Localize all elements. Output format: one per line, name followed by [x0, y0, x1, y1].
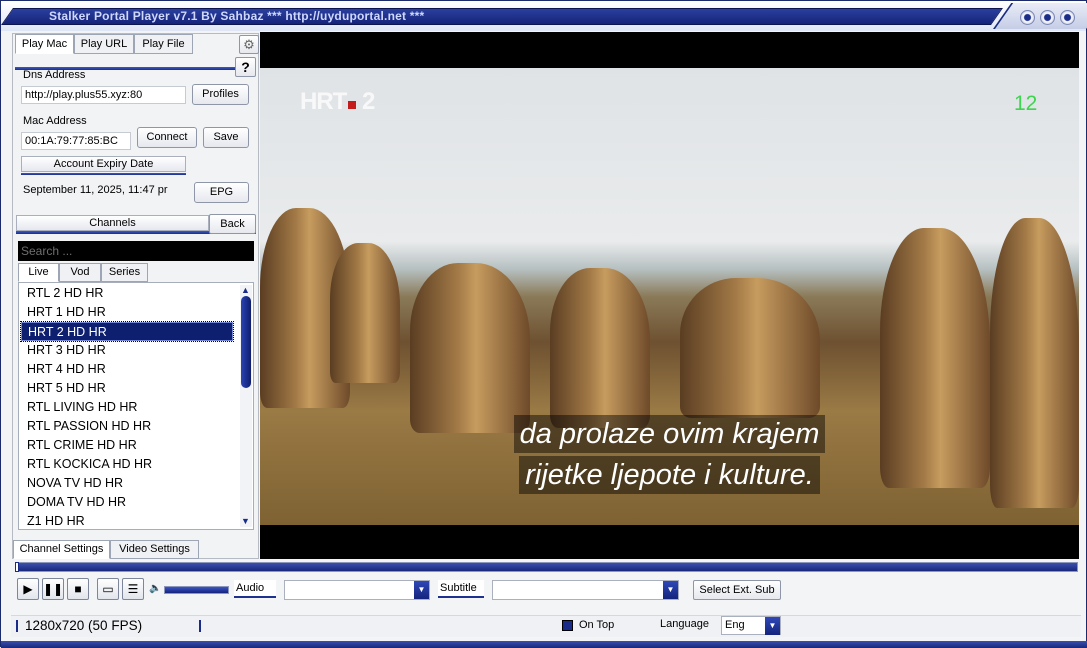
back-button[interactable]: Back	[209, 214, 256, 234]
search-input[interactable]: Search ...	[18, 241, 254, 261]
dns-input[interactable]: http://play.plus55.xyz:80	[21, 86, 186, 104]
minimize-button[interactable]	[1020, 10, 1035, 25]
scene-rock	[330, 243, 400, 383]
on-top-checkbox[interactable]	[562, 620, 573, 631]
channel-item[interactable]: HRT 4 HD HR	[21, 360, 233, 379]
seek-bar[interactable]	[15, 562, 1078, 572]
tab-live[interactable]: Live	[18, 263, 59, 282]
channel-number: 12	[1014, 92, 1038, 115]
chevron-down-icon[interactable]: ▼	[414, 581, 429, 599]
subtitle-row: da prolaze ovim krajem	[260, 415, 1079, 453]
profiles-button[interactable]: Profiles	[192, 84, 249, 105]
on-top-label: On Top	[579, 619, 615, 631]
channel-item[interactable]: RTL LIVING HD HR	[21, 398, 233, 417]
scene-rock	[680, 278, 820, 418]
chevron-down-icon[interactable]: ▼	[765, 617, 780, 635]
tab-play-file[interactable]: Play File	[134, 34, 193, 54]
channel-item-selected[interactable]: HRT 2 HD HR	[20, 321, 234, 342]
mac-input[interactable]: 00:1A:79:77:85:BC	[21, 132, 131, 150]
mac-label: Mac Address	[23, 115, 87, 127]
maximize-button[interactable]	[1040, 10, 1055, 25]
stop-icon[interactable]: ■	[67, 578, 89, 600]
channel-item[interactable]: HRT 5 HD HR	[21, 379, 233, 398]
status-bar	[11, 615, 1081, 637]
language-select[interactable]: Eng ▼	[721, 616, 781, 635]
scroll-down-icon[interactable]: ▼	[241, 517, 250, 526]
gear-icon[interactable]: ⚙	[239, 35, 259, 54]
window-title: Stalker Portal Player v7.1 By Sahbaz ***…	[49, 9, 425, 23]
expiry-value: September 11, 2025, 11:47 pr	[23, 184, 168, 196]
audio-label: Audio	[234, 580, 276, 598]
help-button[interactable]: ?	[235, 57, 256, 77]
save-button[interactable]: Save	[203, 127, 249, 148]
chevron-down-icon[interactable]: ▼	[663, 581, 678, 599]
status-divider	[199, 620, 201, 632]
language-value: Eng	[725, 619, 745, 631]
subtitle-row: rijetke ljepote i kulture.	[260, 456, 1079, 494]
volume-icon: 🔈	[149, 583, 162, 594]
close-button[interactable]	[1060, 10, 1075, 25]
channel-logo-text: HRT	[300, 88, 347, 115]
tab-play-url[interactable]: Play URL	[74, 34, 134, 54]
tab-series[interactable]: Series	[101, 263, 148, 282]
scroll-thumb[interactable]	[241, 296, 251, 388]
expiry-underline	[21, 173, 186, 175]
subtitle-line-1: da prolaze ovim krajem	[513, 415, 826, 453]
channel-item[interactable]: RTL CRIME HD HR	[21, 436, 233, 455]
channel-item[interactable]: RTL KOCKICA HD HR	[21, 455, 233, 474]
playlist-icon[interactable]: ☰	[122, 578, 144, 600]
channel-logo: HRT 2	[300, 88, 375, 116]
channel-scrollbar[interactable]: ▲ ▼	[240, 285, 252, 527]
channel-logo-number: 2	[362, 88, 375, 115]
channel-item[interactable]: Z1 HD HR	[21, 512, 233, 529]
left-panel: Play Mac Play URL Play File ⚙ ? Dns Addr…	[12, 33, 259, 559]
select-ext-sub-button[interactable]: Select Ext. Sub	[693, 580, 781, 600]
scene-rock	[410, 263, 530, 433]
channel-item[interactable]: HRT 3 HD HR	[21, 341, 233, 360]
subtitle-line-2: rijetke ljepote i kulture.	[519, 456, 820, 494]
channel-item[interactable]: HRT 1 HD HR	[21, 303, 233, 322]
title-bar[interactable]: Stalker Portal Player v7.1 By Sahbaz ***…	[1, 1, 1087, 31]
channel-item[interactable]: DOMA TV HD HR	[21, 493, 233, 512]
fullscreen-icon[interactable]: ▭	[97, 578, 119, 600]
channel-item[interactable]: NOVA TV HD HR	[21, 474, 233, 493]
scene-rock	[550, 268, 650, 428]
channel-logo-mark	[348, 101, 357, 109]
resolution-text: 1280x720 (50 FPS)	[25, 618, 143, 633]
channel-item[interactable]: RTL 2 HD HR	[21, 284, 233, 303]
app-window: Stalker Portal Player v7.1 By Sahbaz ***…	[0, 0, 1087, 648]
channels-header: Channels	[16, 215, 209, 231]
channel-item[interactable]: RTL PASSION HD HR	[21, 417, 233, 436]
language-label: Language	[660, 618, 709, 630]
tab-vod[interactable]: Vod	[59, 263, 101, 282]
pause-icon[interactable]: ❚❚	[42, 578, 64, 600]
subtitle-label: Subtitle	[438, 580, 484, 598]
tab-video-settings[interactable]: Video Settings	[110, 540, 199, 559]
play-icon[interactable]: ▶	[17, 578, 39, 600]
volume-slider[interactable]	[164, 586, 229, 594]
tab-play-mac[interactable]: Play Mac	[15, 34, 74, 54]
scroll-up-icon[interactable]: ▲	[241, 286, 250, 295]
subtitle-select[interactable]: ▼	[492, 580, 679, 600]
dns-label: Dns Address	[23, 69, 86, 81]
connect-button[interactable]: Connect	[137, 127, 197, 148]
audio-select[interactable]: ▼	[284, 580, 430, 600]
status-divider	[16, 620, 18, 632]
channel-list[interactable]: RTL 2 HD HR HRT 1 HD HR HRT 2 HD HR HRT …	[18, 282, 254, 530]
epg-button[interactable]: EPG	[194, 182, 249, 203]
video-player[interactable]: HRT 2 12 da prolaze ovim krajem rijetke …	[260, 32, 1079, 559]
seek-knob[interactable]	[15, 562, 19, 572]
expiry-header: Account Expiry Date	[21, 156, 186, 172]
tab-channel-settings[interactable]: Channel Settings	[13, 540, 110, 559]
